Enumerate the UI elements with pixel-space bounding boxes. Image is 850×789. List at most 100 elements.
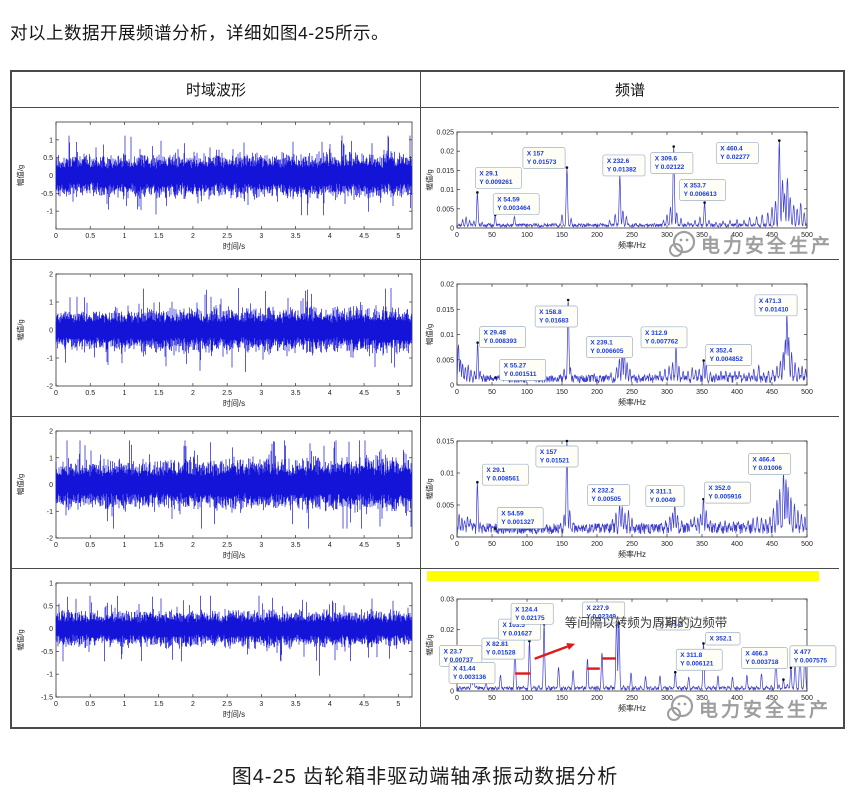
svg-text:幅值/g: 幅值/g: [15, 629, 25, 650]
svg-text:450: 450: [766, 541, 778, 548]
svg-text:450: 450: [766, 232, 778, 239]
svg-text:0.5: 0.5: [85, 701, 95, 708]
svg-text:50: 50: [488, 389, 496, 396]
svg-text:2.5: 2.5: [222, 701, 232, 708]
svg-text:0.025: 0.025: [436, 130, 454, 137]
svg-text:200: 200: [591, 541, 603, 548]
spectrum-chart-row2: 05010015020025030035040045050000.0050.01…: [421, 260, 839, 416]
svg-text:2: 2: [191, 390, 195, 397]
svg-text:X 23.7: X 23.7: [444, 648, 463, 655]
svg-text:Y 0.02122: Y 0.02122: [655, 164, 685, 171]
svg-text:0: 0: [54, 390, 58, 397]
svg-text:50: 50: [488, 695, 496, 702]
svg-text:等间隔以转频为周期的边频带: 等间隔以转频为周期的边频带: [565, 615, 728, 630]
svg-text:0: 0: [49, 328, 53, 335]
svg-text:时间/s: 时间/s: [223, 550, 245, 560]
svg-text:300: 300: [661, 695, 673, 702]
svg-text:幅值/g: 幅值/g: [424, 324, 434, 345]
svg-text:250: 250: [626, 232, 638, 239]
svg-text:X 29.1: X 29.1: [486, 467, 505, 474]
svg-text:3: 3: [259, 390, 263, 397]
svg-text:500: 500: [801, 541, 813, 548]
svg-text:400: 400: [731, 389, 743, 396]
svg-text:4.5: 4.5: [359, 233, 369, 240]
svg-text:Y 0.01006: Y 0.01006: [752, 465, 782, 472]
svg-text:1: 1: [49, 455, 53, 462]
svg-text:4.5: 4.5: [359, 390, 369, 397]
svg-text:0.005: 0.005: [436, 357, 454, 364]
svg-text:Y 0.00505: Y 0.00505: [592, 496, 622, 503]
svg-text:0: 0: [49, 482, 53, 489]
svg-text:-2: -2: [47, 384, 53, 391]
svg-text:150: 150: [556, 389, 568, 396]
svg-text:0: 0: [49, 626, 53, 633]
svg-text:Y 0.02277: Y 0.02277: [720, 154, 750, 161]
svg-text:250: 250: [626, 695, 638, 702]
svg-text:1: 1: [49, 300, 53, 307]
svg-text:0.01: 0.01: [440, 187, 454, 194]
cell-row3-waveform: 00.511.522.533.544.55-2-1012时间/s幅值/g: [12, 416, 420, 568]
svg-text:X 352.0: X 352.0: [708, 485, 731, 492]
cell-row3-spectrum: 05010015020025030035040045050000.0050.01…: [420, 416, 839, 568]
svg-text:X 157: X 157: [527, 151, 544, 158]
spectrum-chart-row1: 05010015020025030035040045050000.0050.01…: [421, 108, 839, 259]
cell-row1-waveform: 00.511.522.533.544.55-1-0.500.51时间/s幅值/g: [12, 107, 420, 259]
svg-text:5: 5: [396, 542, 400, 549]
svg-text:0.03: 0.03: [440, 597, 454, 604]
svg-text:频率/Hz: 频率/Hz: [618, 703, 646, 713]
svg-text:100: 100: [521, 389, 533, 396]
svg-text:2: 2: [191, 701, 195, 708]
svg-text:幅值/g: 幅值/g: [15, 165, 25, 186]
svg-text:0: 0: [54, 542, 58, 549]
svg-text:Y 0.003718: Y 0.003718: [745, 659, 779, 666]
svg-text:1.5: 1.5: [154, 233, 164, 240]
waveform-chart-row2: 00.511.522.533.544.55-2-1012时间/s幅值/g: [12, 260, 420, 416]
svg-text:4: 4: [328, 542, 332, 549]
svg-text:2: 2: [49, 429, 53, 436]
svg-text:-0.5: -0.5: [41, 191, 53, 198]
svg-text:X 29.48: X 29.48: [484, 330, 507, 337]
svg-text:0.5: 0.5: [85, 542, 95, 549]
svg-text:-0.5: -0.5: [41, 649, 53, 656]
svg-text:350: 350: [696, 389, 708, 396]
svg-text:X 466.3: X 466.3: [745, 651, 768, 658]
svg-text:-1: -1: [47, 356, 53, 363]
svg-text:0.5: 0.5: [85, 390, 95, 397]
figure-caption: 图4-25 齿轮箱非驱动端轴承振动数据分析: [0, 760, 850, 789]
figure-table: 时域波形 频谱 00.511.522.533.544.55-1-0.500.51…: [10, 70, 845, 729]
svg-text:250: 250: [626, 541, 638, 548]
svg-text:Y 0.007575: Y 0.007575: [794, 657, 828, 664]
column-header-spectrum: 频谱: [420, 72, 839, 107]
svg-text:Y 0.005916: Y 0.005916: [708, 494, 742, 501]
svg-text:Y 0.01683: Y 0.01683: [539, 318, 569, 325]
svg-text:150: 150: [556, 541, 568, 548]
svg-text:X 311.1: X 311.1: [650, 489, 672, 496]
svg-text:5: 5: [396, 701, 400, 708]
svg-text:4: 4: [328, 701, 332, 708]
svg-text:50: 50: [488, 541, 496, 548]
svg-text:0.005: 0.005: [436, 503, 454, 510]
svg-text:1.5: 1.5: [154, 542, 164, 549]
column-header-time-domain: 时域波形: [12, 72, 420, 107]
svg-text:X 158.8: X 158.8: [539, 309, 562, 316]
svg-text:Y 0.006613: Y 0.006613: [684, 191, 718, 198]
svg-text:Y 0.01382: Y 0.01382: [607, 166, 637, 173]
svg-text:350: 350: [696, 541, 708, 548]
svg-text:Y 0.009261: Y 0.009261: [479, 179, 513, 186]
svg-text:Y 0.003464: Y 0.003464: [497, 205, 531, 212]
svg-text:0.02: 0.02: [440, 627, 454, 634]
svg-text:Y 0.01627: Y 0.01627: [502, 631, 532, 638]
yellow-highlight-bar: [427, 571, 819, 581]
waveform-chart-row1: 00.511.522.533.544.55-1-0.500.51时间/s幅值/g: [12, 108, 420, 259]
svg-text:300: 300: [661, 232, 673, 239]
svg-text:3: 3: [259, 701, 263, 708]
svg-text:X 55.27: X 55.27: [504, 362, 527, 369]
svg-text:3.5: 3.5: [291, 542, 301, 549]
cell-row1-spectrum: 05010015020025030035040045050000.0050.01…: [420, 107, 839, 259]
svg-text:-1: -1: [47, 509, 53, 516]
svg-text:2.5: 2.5: [222, 542, 232, 549]
svg-text:0.02: 0.02: [440, 149, 454, 156]
svg-text:Y 0.006605: Y 0.006605: [590, 348, 624, 355]
svg-text:0: 0: [54, 701, 58, 708]
svg-text:3: 3: [259, 233, 263, 240]
